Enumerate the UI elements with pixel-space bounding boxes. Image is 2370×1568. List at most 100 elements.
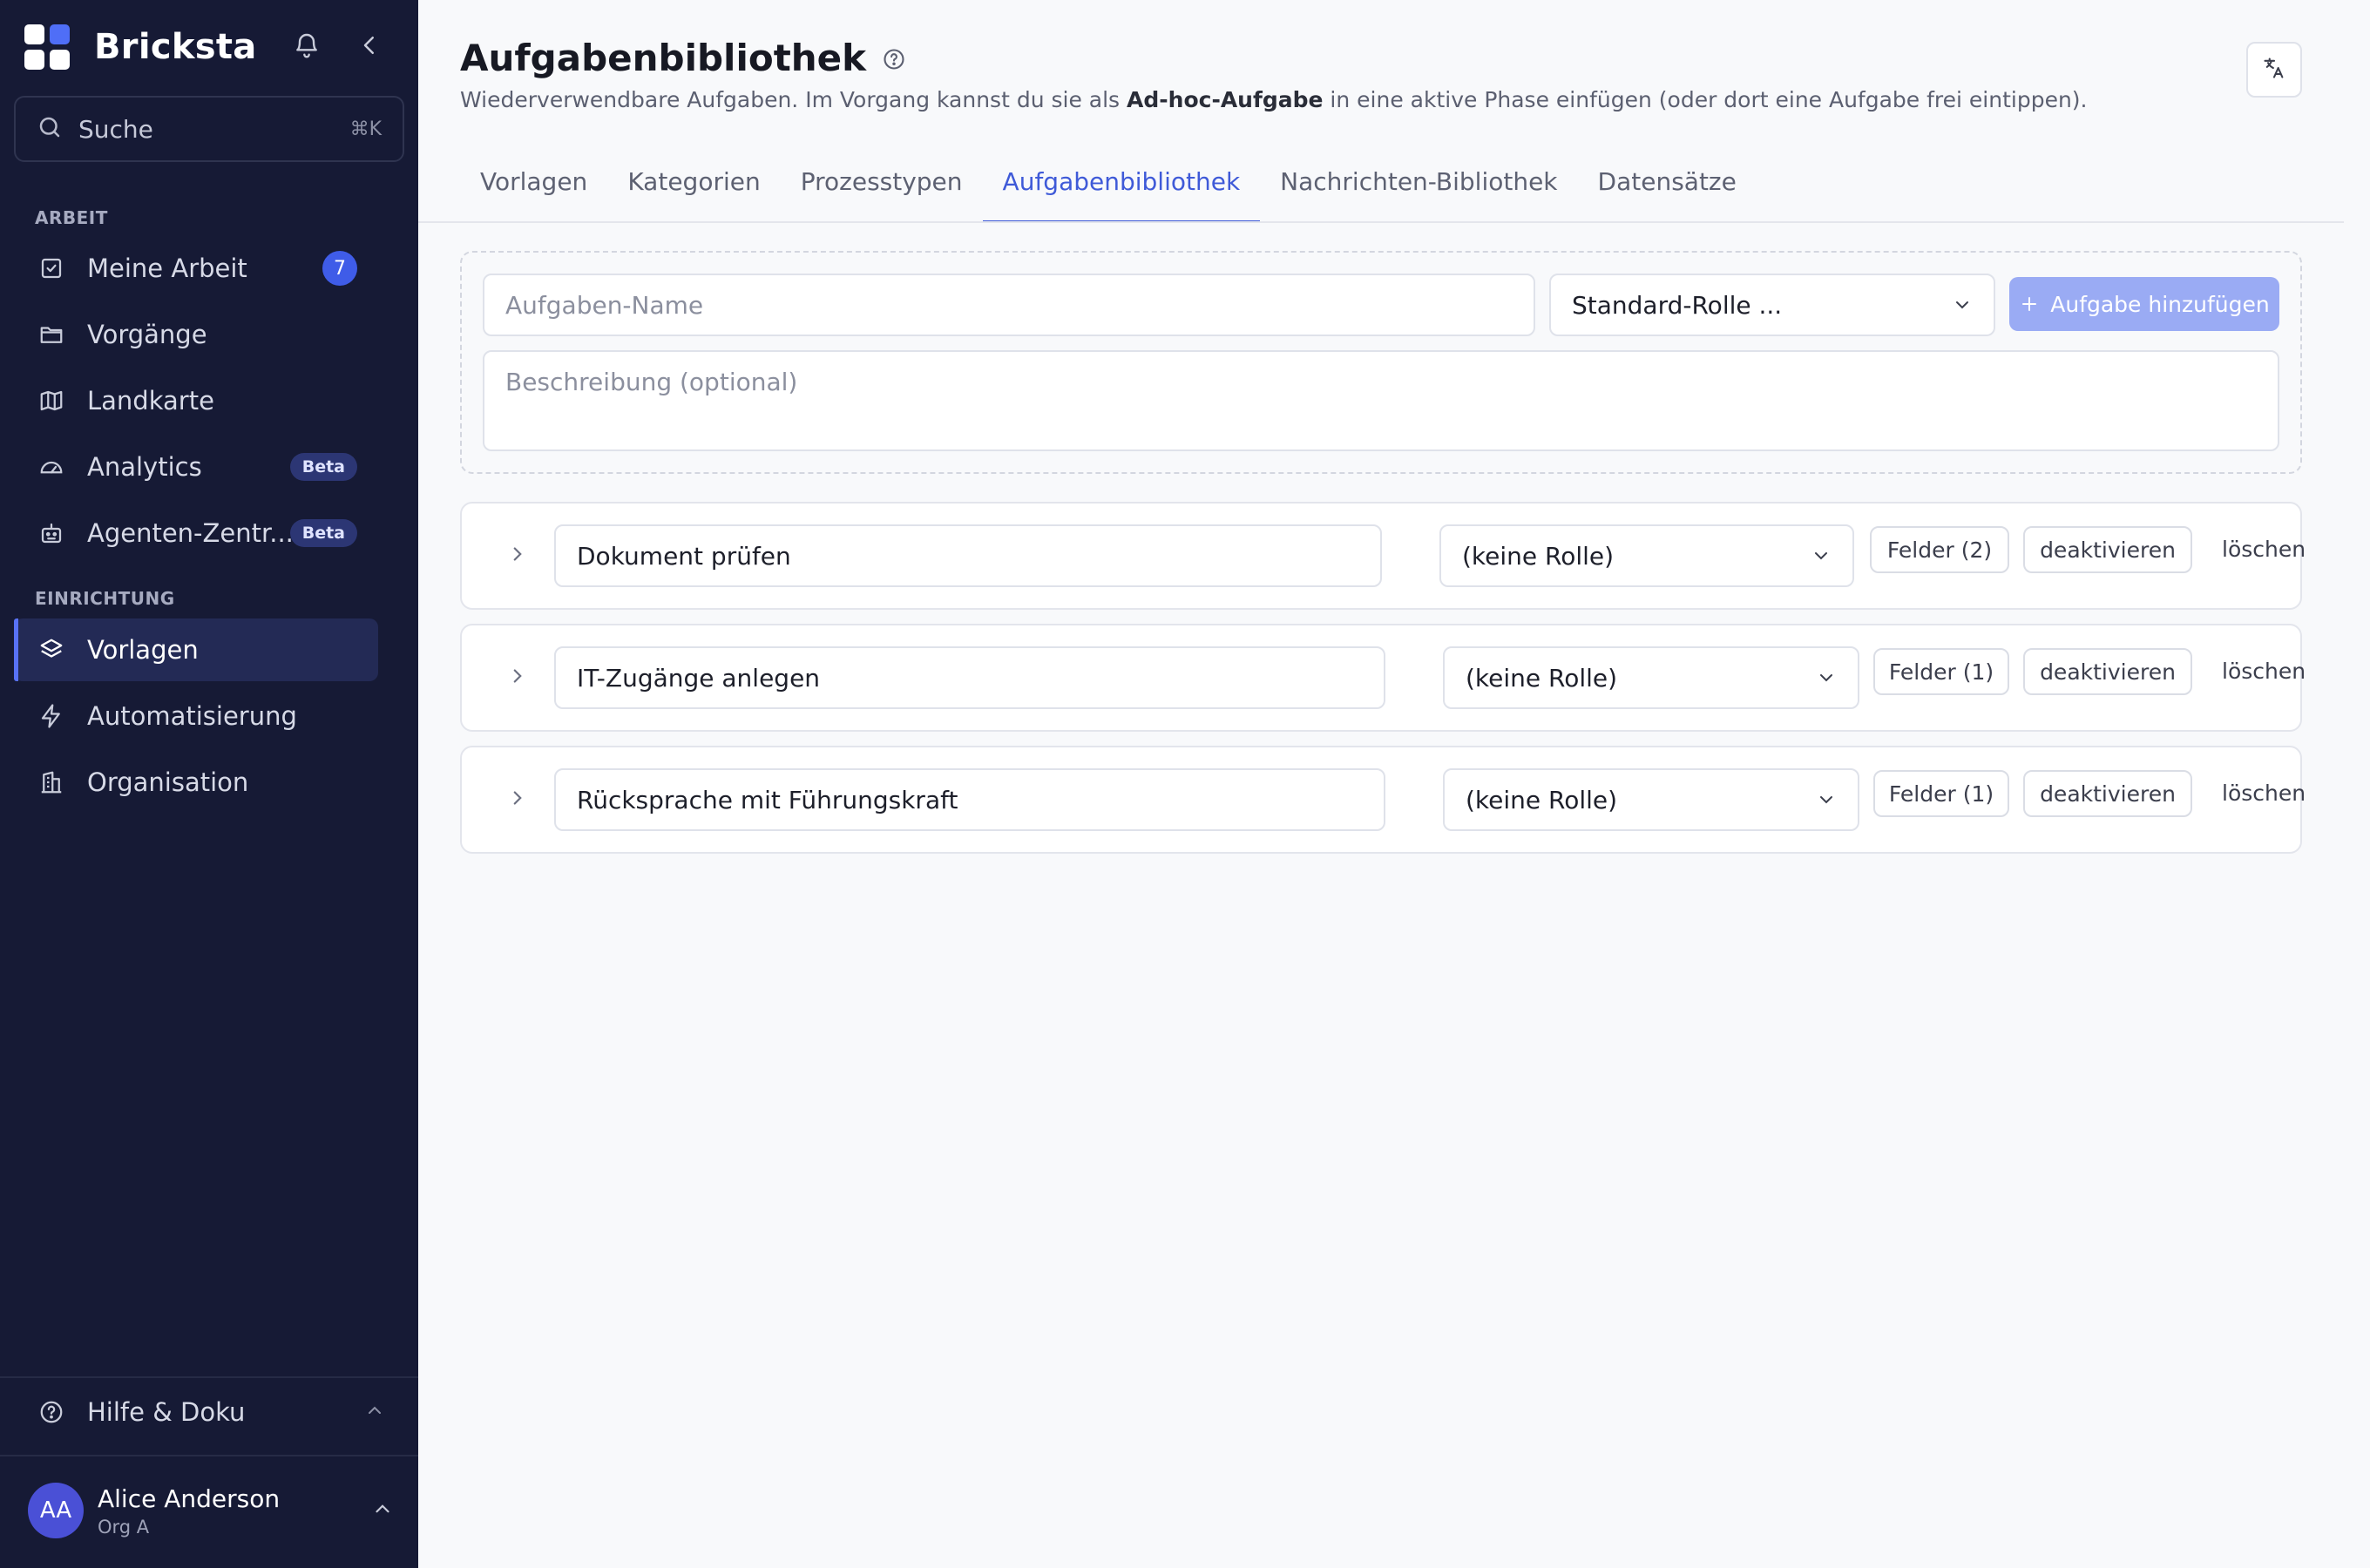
subtitle-text: Wiederverwendbare Aufgaben. Im Vorgang k… <box>460 87 1127 112</box>
task-row: Dokument prüfen (keine Rolle) Felder (2)… <box>460 502 2306 610</box>
delete-button[interactable]: löschen <box>2222 659 2306 684</box>
sidebar-item-vorgaenge[interactable]: Vorgänge <box>14 303 378 366</box>
task-name-value: Rücksprache mit Führungskraft <box>577 785 958 814</box>
bricksta-logo <box>24 24 70 70</box>
map-icon <box>37 386 66 416</box>
user-menu[interactable]: AA Alice Anderson Org A <box>28 1483 394 1538</box>
delete-button[interactable]: löschen <box>2222 781 2306 806</box>
app-name: Bricksta <box>94 27 257 67</box>
tab-vorlagen[interactable]: Vorlagen <box>460 157 607 223</box>
main-content: Aufgabenbibliothek Wiederverwendbare Auf… <box>418 0 2370 1568</box>
sidebar-item-label: Analytics <box>87 452 202 482</box>
task-row: Rücksprache mit Führungskraft (keine Rol… <box>460 746 2306 854</box>
delete-button[interactable]: löschen <box>2222 537 2306 562</box>
expand-chevron-icon[interactable] <box>504 540 532 568</box>
task-role-value: (keine Rolle) <box>1462 541 1615 571</box>
page-subtitle: Wiederverwendbare Aufgaben. Im Vorgang k… <box>460 87 2088 112</box>
new-task-form: Aufgaben-Name Standard-Rolle ... Aufgabe… <box>460 251 2302 474</box>
task-role-select[interactable]: (keine Rolle) <box>1443 768 1859 831</box>
tab-nachrichten-bibliothek[interactable]: Nachrichten-Bibliothek <box>1260 157 1577 223</box>
beta-badge: Beta <box>289 453 357 481</box>
deactivate-button[interactable]: deaktivieren <box>2023 770 2192 817</box>
divider <box>0 1376 418 1378</box>
chevron-up-icon <box>371 1497 394 1524</box>
task-name-field[interactable]: Dokument prüfen <box>554 524 1382 587</box>
description-textarea[interactable]: Beschreibung (optional) <box>483 350 2279 451</box>
sidebar-item-meine-arbeit[interactable]: Meine Arbeit 7 <box>14 237 378 300</box>
add-task-label: Aufgabe hinzufügen <box>2050 291 2270 317</box>
plus-icon <box>2019 294 2040 314</box>
chevron-down-icon <box>1816 789 1837 810</box>
fields-button[interactable]: Felder (2) <box>1870 526 2009 573</box>
avatar: AA <box>28 1483 84 1538</box>
expand-chevron-icon[interactable] <box>504 662 532 690</box>
task-name-value: IT-Zugänge anlegen <box>577 663 821 693</box>
task-name-value: Dokument prüfen <box>577 541 791 571</box>
brand[interactable]: Bricksta <box>24 24 257 70</box>
tab-bar: Vorlagen Kategorien Prozesstypen Aufgabe… <box>460 157 1757 223</box>
bell-icon[interactable] <box>291 30 322 61</box>
search-input[interactable]: Suche ⌘K <box>14 96 404 162</box>
sidebar-item-label: Organisation <box>87 767 249 797</box>
tabs-divider <box>418 221 2344 223</box>
sidebar-item-analytics[interactable]: Analytics Beta <box>14 436 378 498</box>
section-work: ARBEIT <box>35 207 108 228</box>
collapse-sidebar-icon[interactable] <box>354 30 385 61</box>
count-badge: 7 <box>322 251 357 286</box>
user-name: Alice Anderson <box>98 1484 281 1513</box>
chevron-up-icon <box>364 1400 385 1424</box>
help-label: Hilfe & Doku <box>87 1397 246 1427</box>
robot-icon <box>37 518 66 548</box>
bolt-icon <box>37 701 66 731</box>
deactivate-button[interactable]: deaktivieren <box>2023 648 2192 695</box>
sidebar-item-agenten-zentrale[interactable]: Agenten-Zentr... Beta <box>14 502 378 564</box>
sidebar: Bricksta Suche ⌘K ARBEIT Meine Arbeit 7 … <box>0 0 418 1568</box>
search-shortcut: ⌘K <box>349 118 382 140</box>
page-title: Aufgabenbibliothek <box>460 37 867 79</box>
fields-button[interactable]: Felder (1) <box>1873 770 2009 817</box>
tab-kategorien[interactable]: Kategorien <box>607 157 780 223</box>
sidebar-item-label: Vorgänge <box>87 320 207 349</box>
task-name-input[interactable]: Aufgaben-Name <box>483 274 1535 336</box>
task-role-select[interactable]: (keine Rolle) <box>1443 646 1859 709</box>
description-placeholder: Beschreibung (optional) <box>505 368 798 396</box>
add-task-button[interactable]: Aufgabe hinzufügen <box>2009 277 2279 331</box>
task-role-value: (keine Rolle) <box>1466 663 1618 693</box>
sidebar-item-organisation[interactable]: Organisation <box>14 751 378 814</box>
sidebar-item-landkarte[interactable]: Landkarte <box>14 369 378 432</box>
search-label: Suche <box>78 114 153 144</box>
help-icon[interactable] <box>882 47 906 75</box>
task-role-select[interactable]: (keine Rolle) <box>1439 524 1854 587</box>
search-icon <box>37 114 63 144</box>
task-name-field[interactable]: IT-Zugänge anlegen <box>554 646 1385 709</box>
layers-icon <box>37 635 66 665</box>
deactivate-button[interactable]: deaktivieren <box>2023 526 2192 573</box>
expand-chevron-icon[interactable] <box>504 784 532 812</box>
help-toggle[interactable]: Hilfe & Doku <box>37 1397 385 1427</box>
sidebar-item-label: Landkarte <box>87 386 214 416</box>
sidebar-item-label: Agenten-Zentr... <box>87 518 294 548</box>
user-org: Org A <box>98 1516 150 1538</box>
default-role-select[interactable]: Standard-Rolle ... <box>1549 274 1995 336</box>
section-setup: EINRICHTUNG <box>35 588 175 609</box>
chevron-down-icon <box>1811 545 1832 566</box>
tab-datensaetze[interactable]: Datensätze <box>1578 157 1757 223</box>
checkbox-icon <box>37 253 66 283</box>
tab-aufgabenbibliothek[interactable]: Aufgabenbibliothek <box>982 157 1261 223</box>
subtitle-emphasis: Ad-hoc-Aufgabe <box>1127 87 1324 112</box>
fields-button[interactable]: Felder (1) <box>1873 648 2009 695</box>
sidebar-item-automatisierung[interactable]: Automatisierung <box>14 685 378 747</box>
task-row: IT-Zugänge anlegen (keine Rolle) Felder … <box>460 624 2306 732</box>
gauge-icon <box>37 452 66 482</box>
task-name-field[interactable]: Rücksprache mit Führungskraft <box>554 768 1385 831</box>
help-circle-icon <box>37 1397 66 1427</box>
chevron-down-icon <box>1952 294 1973 315</box>
divider <box>0 1455 418 1456</box>
beta-badge: Beta <box>289 519 357 547</box>
tab-prozesstypen[interactable]: Prozesstypen <box>781 157 983 223</box>
translate-button[interactable] <box>2246 42 2302 98</box>
default-role-value: Standard-Rolle ... <box>1572 290 1783 320</box>
building-icon <box>37 767 66 797</box>
sidebar-item-vorlagen[interactable]: Vorlagen <box>14 618 378 681</box>
chevron-down-icon <box>1816 667 1837 688</box>
